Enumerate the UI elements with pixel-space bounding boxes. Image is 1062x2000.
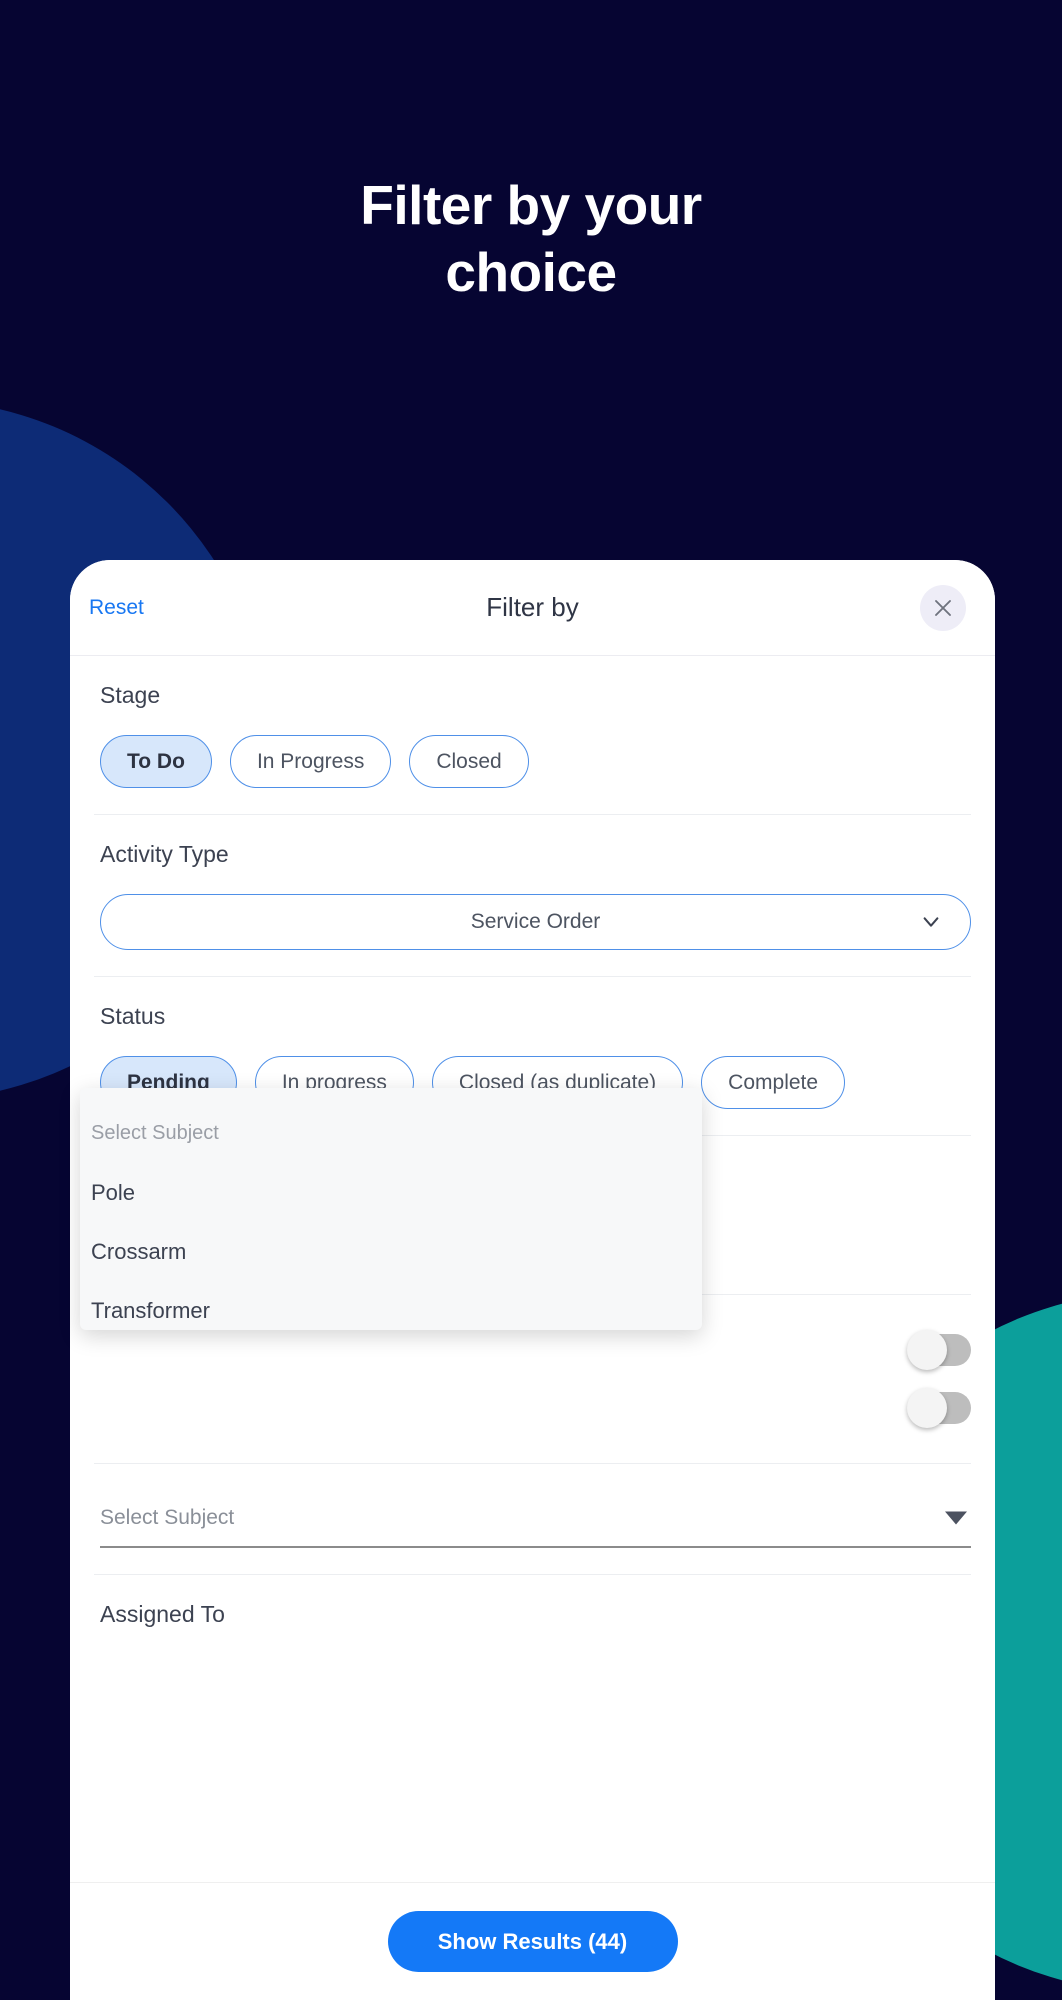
section-label-assigned-to: Assigned To: [100, 1601, 225, 1627]
section-subject: Select Subject: [94, 1464, 971, 1575]
picker-option-transformer[interactable]: Transformer: [80, 1281, 702, 1330]
section-assigned-to: Assigned To: [94, 1575, 971, 1680]
toggle-knob-2: [907, 1388, 947, 1428]
section-activity-type: Activity Type Service Order: [94, 815, 971, 977]
chip-stage-todo[interactable]: To Do: [100, 735, 212, 788]
close-button[interactable]: [920, 584, 966, 631]
sheet-title: Filter by: [486, 592, 579, 622]
headline-line-1: Filter by your: [360, 174, 702, 236]
reset-button[interactable]: Reset: [89, 596, 144, 620]
toggle-row-2: [100, 1379, 971, 1437]
sheet-footer: Show Results (44): [70, 1882, 995, 2000]
picker-option-crossarm[interactable]: Crossarm: [80, 1222, 702, 1281]
section-label-stage: Stage: [100, 682, 161, 708]
sheet-header: Reset Filter by: [70, 560, 995, 656]
section-label-status: Status: [100, 1003, 166, 1029]
chip-status-complete[interactable]: Complete: [701, 1056, 846, 1109]
activity-type-value: Service Order: [470, 910, 601, 933]
picker-placeholder: Select Subject: [91, 1122, 219, 1144]
chip-stage-closed[interactable]: Closed: [409, 735, 529, 788]
triangle-down-icon: [945, 1511, 967, 1525]
activity-type-dropdown[interactable]: Service Order: [100, 894, 971, 950]
page-headline: Filter by your choice: [0, 172, 1062, 306]
section-label-activity-type: Activity Type: [100, 841, 229, 867]
toggle-knob-1: [907, 1330, 947, 1370]
toggle-switch-2[interactable]: [907, 1388, 971, 1428]
subject-select-field[interactable]: Select Subject: [100, 1490, 971, 1548]
section-stage: Stage To Do In Progress Closed: [94, 656, 971, 815]
subject-picker-dropdown[interactable]: Select Subject Pole Crossarm Transformer: [80, 1088, 702, 1330]
headline-line-2: choice: [445, 241, 617, 304]
close-icon: [935, 599, 951, 616]
chevron-down-icon: [923, 917, 939, 927]
toggle-switch-1[interactable]: [907, 1330, 971, 1370]
picker-option-pole[interactable]: Pole: [80, 1163, 702, 1222]
chip-stage-inprogress[interactable]: In Progress: [229, 735, 392, 788]
show-results-button[interactable]: Show Results (44): [387, 1911, 678, 1972]
subject-placeholder: Select Subject: [100, 1506, 235, 1529]
chip-row-stage: To Do In Progress Closed: [100, 735, 971, 788]
